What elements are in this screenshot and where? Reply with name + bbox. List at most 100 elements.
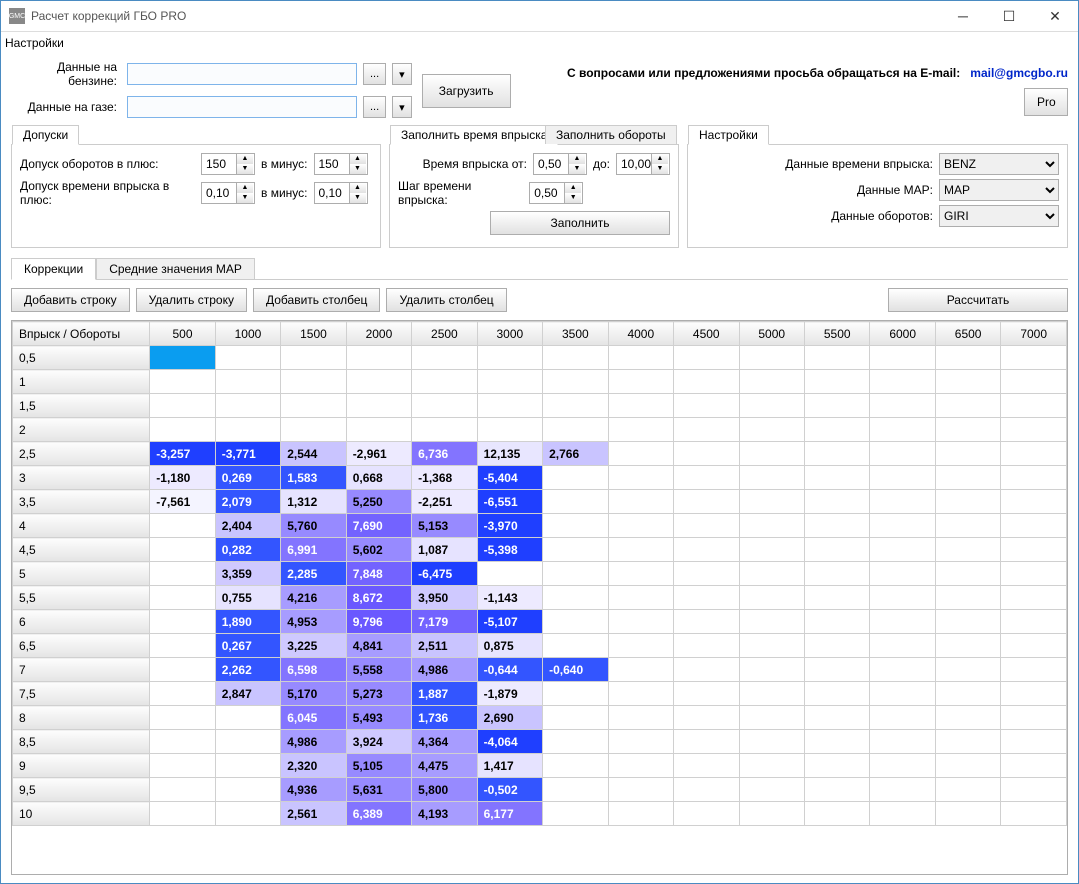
col-header[interactable]: 2000 [346, 322, 411, 346]
grid-cell[interactable]: 4,193 [412, 802, 477, 826]
col-header[interactable]: 500 [150, 322, 215, 346]
grid-cell[interactable] [870, 442, 935, 466]
grid-cell[interactable] [1001, 514, 1067, 538]
grid-cell[interactable] [1001, 490, 1067, 514]
settings-menu[interactable]: Настройки [1, 32, 1078, 52]
grid-cell[interactable] [608, 418, 673, 442]
grid-cell[interactable] [608, 346, 673, 370]
grid-cell[interactable] [543, 586, 608, 610]
grid-cell[interactable] [150, 754, 215, 778]
grid-cell[interactable] [739, 706, 804, 730]
grid-cell[interactable] [1001, 538, 1067, 562]
titlebar[interactable]: GMC Расчет коррекций ГБО PRO ─ ☐ ✕ [1, 1, 1078, 32]
grid-cell[interactable] [281, 370, 346, 394]
grid-cell[interactable] [804, 610, 869, 634]
tol-inj-minus-spin[interactable]: ▲▼ [314, 182, 368, 204]
grid-cell[interactable]: 1,312 [281, 490, 346, 514]
grid-cell[interactable]: -1,879 [477, 682, 542, 706]
grid-cell[interactable] [935, 754, 1000, 778]
col-header[interactable]: 4500 [674, 322, 739, 346]
grid-cell[interactable] [1001, 682, 1067, 706]
grid-cell[interactable] [674, 658, 739, 682]
grid-cell[interactable] [1001, 778, 1067, 802]
row-header[interactable]: 10 [13, 802, 150, 826]
grid-cell[interactable] [412, 394, 477, 418]
col-header[interactable]: 1500 [281, 322, 346, 346]
grid-cell[interactable] [870, 634, 935, 658]
grid-cell[interactable] [1001, 562, 1067, 586]
grid-cell[interactable]: 1,087 [412, 538, 477, 562]
grid-cell[interactable]: 5,602 [346, 538, 411, 562]
grid-cell[interactable] [150, 346, 215, 370]
grid-cell[interactable] [935, 802, 1000, 826]
grid-cell[interactable] [608, 394, 673, 418]
grid-cell[interactable] [935, 682, 1000, 706]
grid-cell[interactable] [870, 706, 935, 730]
grid-cell[interactable]: 2,561 [281, 802, 346, 826]
grid-cell[interactable] [1001, 634, 1067, 658]
row-header[interactable]: 5 [13, 562, 150, 586]
grid-cell[interactable]: 4,841 [346, 634, 411, 658]
grid-cell[interactable] [674, 370, 739, 394]
grid-cell[interactable] [935, 466, 1000, 490]
grid-cell[interactable]: 2,262 [215, 658, 280, 682]
grid-cell[interactable]: 6,045 [281, 706, 346, 730]
grid-cell[interactable] [739, 586, 804, 610]
grid-cell[interactable]: 4,986 [281, 730, 346, 754]
grid-cell[interactable] [935, 514, 1000, 538]
grid-cell[interactable] [1001, 418, 1067, 442]
grid-cell[interactable] [804, 634, 869, 658]
grid-cell[interactable] [935, 418, 1000, 442]
grid-cell[interactable] [543, 802, 608, 826]
grid-cell[interactable]: 5,153 [412, 514, 477, 538]
grid-cell[interactable] [674, 730, 739, 754]
grid-cell[interactable] [935, 442, 1000, 466]
grid-cell[interactable] [804, 754, 869, 778]
grid-cell[interactable]: 5,631 [346, 778, 411, 802]
grid-cell[interactable]: 3,359 [215, 562, 280, 586]
grid-cell[interactable]: -4,064 [477, 730, 542, 754]
row-header[interactable]: 9 [13, 754, 150, 778]
grid-cell[interactable] [215, 370, 280, 394]
grid-cell[interactable] [674, 442, 739, 466]
row-header[interactable]: 2,5 [13, 442, 150, 466]
grid-cell[interactable]: 2,847 [215, 682, 280, 706]
grid-cell[interactable]: 6,991 [281, 538, 346, 562]
row-header[interactable]: 9,5 [13, 778, 150, 802]
row-header[interactable]: 3,5 [13, 490, 150, 514]
grid-cell[interactable] [804, 442, 869, 466]
grid-cell[interactable] [281, 418, 346, 442]
grid-cell[interactable]: 2,511 [412, 634, 477, 658]
grid-cell[interactable]: -7,561 [150, 490, 215, 514]
grid-cell[interactable] [870, 346, 935, 370]
grid-cell[interactable] [150, 658, 215, 682]
grid-cell[interactable] [1001, 706, 1067, 730]
grid-cell[interactable] [870, 394, 935, 418]
grid-cell[interactable] [608, 586, 673, 610]
fill-rpm-tab[interactable]: Заполнить обороты [545, 125, 677, 144]
load-button[interactable]: Загрузить [422, 74, 511, 108]
gas-browse-button[interactable]: ... [363, 96, 386, 118]
grid-cell[interactable] [739, 466, 804, 490]
grid-cell[interactable] [739, 514, 804, 538]
grid-cell[interactable]: -0,644 [477, 658, 542, 682]
grid-cell[interactable] [150, 706, 215, 730]
grid-cell[interactable]: -1,368 [412, 466, 477, 490]
tol-inj-plus-spin[interactable]: ▲▼ [201, 182, 255, 204]
grid-cell[interactable] [674, 706, 739, 730]
grid-cell[interactable] [804, 778, 869, 802]
benzine-dropdown-button[interactable]: ▾ [392, 63, 412, 85]
grid-cell[interactable] [608, 682, 673, 706]
benzine-browse-button[interactable]: ... [363, 63, 386, 85]
grid-cell[interactable] [608, 634, 673, 658]
grid-cell[interactable] [150, 730, 215, 754]
grid-cell[interactable] [215, 730, 280, 754]
pro-button[interactable]: Pro [1024, 88, 1068, 116]
grid-cell[interactable] [477, 418, 542, 442]
grid-cell[interactable] [1001, 730, 1067, 754]
grid-cell[interactable]: -5,398 [477, 538, 542, 562]
grid-cell[interactable]: -3,257 [150, 442, 215, 466]
grid-cell[interactable] [674, 586, 739, 610]
grid-cell[interactable]: 1,583 [281, 466, 346, 490]
grid-cell[interactable] [674, 562, 739, 586]
